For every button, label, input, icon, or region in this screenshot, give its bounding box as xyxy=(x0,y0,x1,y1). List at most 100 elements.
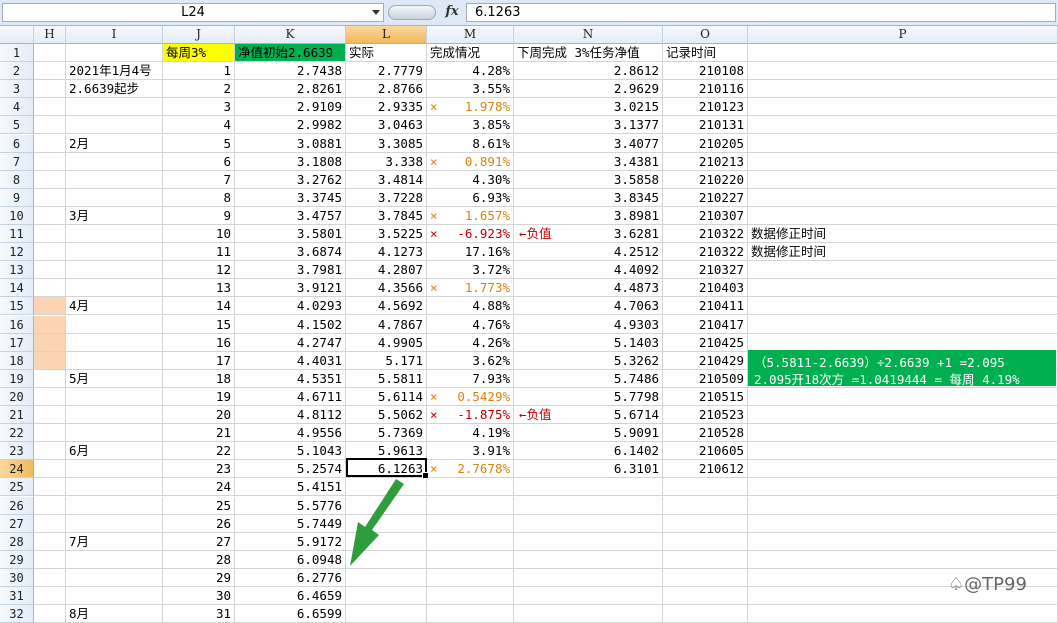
row-header[interactable]: 23 xyxy=(0,442,34,461)
cell-j[interactable]: 11 xyxy=(163,243,235,262)
cell-l[interactable]: 4.5692 xyxy=(346,297,427,316)
cell-k[interactable]: 3.1808 xyxy=(235,152,346,171)
cell-i[interactable] xyxy=(66,333,163,352)
cell-h[interactable] xyxy=(34,387,66,406)
cell-i[interactable] xyxy=(66,550,163,569)
cell-j[interactable]: 3 xyxy=(163,98,235,117)
cell-m[interactable]: 7.93% xyxy=(427,369,514,388)
cell-j[interactable]: 26 xyxy=(163,514,235,533)
cell-h[interactable] xyxy=(34,406,66,425)
cell-k[interactable]: 3.3745 xyxy=(235,188,346,207)
cell-m[interactable] xyxy=(427,568,514,587)
row-header[interactable]: 12 xyxy=(0,243,34,262)
cell-n[interactable]: 4.9303 xyxy=(514,315,663,334)
cell-m[interactable]: 4.28% xyxy=(427,62,514,81)
cell-i[interactable] xyxy=(66,478,163,497)
row-header[interactable]: 17 xyxy=(0,333,34,352)
cell-n[interactable]: 4.7063 xyxy=(514,297,663,316)
column-header-p[interactable]: P xyxy=(748,26,1058,44)
cell-i[interactable]: 2.6639起步 xyxy=(66,80,163,99)
row-header[interactable]: 16 xyxy=(0,315,34,334)
cell-n[interactable]: 3.8981 xyxy=(514,206,663,225)
cell-p[interactable] xyxy=(748,387,1058,406)
cell-o[interactable]: 210227 xyxy=(663,188,748,207)
cell-o[interactable]: 210213 xyxy=(663,152,748,171)
cell-k[interactable]: 4.0293 xyxy=(235,297,346,316)
cell-h[interactable] xyxy=(34,243,66,262)
cell-m[interactable]: 4.30% xyxy=(427,170,514,189)
cell-o[interactable] xyxy=(663,496,748,515)
cell-n[interactable] xyxy=(514,514,663,533)
cell-m[interactable]: 8.61% xyxy=(427,134,514,153)
cell-p[interactable] xyxy=(748,333,1058,352)
cell-o[interactable]: 210425 xyxy=(663,333,748,352)
cell-j[interactable]: 10 xyxy=(163,225,235,244)
cell-n[interactable]: 3.4381 xyxy=(514,152,663,171)
cell-i[interactable] xyxy=(66,424,163,443)
cell-h[interactable] xyxy=(34,62,66,81)
cell-j[interactable]: 9 xyxy=(163,206,235,225)
cell-n[interactable] xyxy=(514,496,663,515)
row-header[interactable]: 18 xyxy=(0,351,34,370)
column-header-j[interactable]: J xyxy=(163,26,235,44)
cell-i[interactable] xyxy=(66,152,163,171)
cell-p[interactable] xyxy=(748,460,1058,479)
cell-l[interactable] xyxy=(346,605,427,623)
cell-k[interactable]: 4.4031 xyxy=(235,351,346,370)
cell-m[interactable]: × -6.923% xyxy=(427,225,514,244)
cell-k[interactable]: 5.1043 xyxy=(235,442,346,461)
cell-l[interactable]: 4.1273 xyxy=(346,243,427,262)
cell-i[interactable]: 2月 xyxy=(66,134,163,153)
cell-o[interactable]: 210205 xyxy=(663,134,748,153)
cell-l[interactable]: 3.3085 xyxy=(346,134,427,153)
cell-n[interactable]: 5.7486 xyxy=(514,369,663,388)
cell-n[interactable] xyxy=(514,550,663,569)
cell-p[interactable] xyxy=(748,116,1058,135)
cell-n[interactable] xyxy=(514,478,663,497)
active-cell-outline[interactable] xyxy=(346,458,429,479)
cell-p[interactable] xyxy=(748,152,1058,171)
cell-j[interactable]: 19 xyxy=(163,387,235,406)
cell-o[interactable] xyxy=(663,587,748,606)
row-header[interactable]: 27 xyxy=(0,514,34,533)
cell-m[interactable]: 3.62% xyxy=(427,351,514,370)
cell-p[interactable] xyxy=(748,206,1058,225)
row-header[interactable]: 9 xyxy=(0,188,34,207)
cell-o[interactable]: 210429 xyxy=(663,351,748,370)
cell-o[interactable] xyxy=(663,605,748,623)
cell-l[interactable]: 5.5811 xyxy=(346,369,427,388)
cell-k[interactable]: 4.6711 xyxy=(235,387,346,406)
cell-k[interactable]: 3.2762 xyxy=(235,170,346,189)
cell-o[interactable]: 210523 xyxy=(663,406,748,425)
cell-j[interactable]: 1 xyxy=(163,62,235,81)
cell-j[interactable]: 22 xyxy=(163,442,235,461)
cell-i[interactable] xyxy=(66,116,163,135)
cell-j[interactable]: 28 xyxy=(163,550,235,569)
cell-l[interactable]: 3.0463 xyxy=(346,116,427,135)
cell-k[interactable]: 2.7438 xyxy=(235,62,346,81)
cell-l[interactable]: 4.3566 xyxy=(346,279,427,298)
cell-l[interactable]: 实际 xyxy=(346,44,427,63)
cell-i[interactable] xyxy=(66,460,163,479)
cell-h[interactable] xyxy=(34,351,66,370)
row-header[interactable]: 32 xyxy=(0,605,34,623)
cell-l[interactable]: 5.171 xyxy=(346,351,427,370)
cell-k[interactable]: 6.6599 xyxy=(235,605,346,623)
cell-o[interactable]: 210322 xyxy=(663,225,748,244)
cell-n[interactable]: 3.5858 xyxy=(514,170,663,189)
cell-m[interactable] xyxy=(427,496,514,515)
cell-o[interactable]: 210612 xyxy=(663,460,748,479)
cell-k[interactable]: 3.4757 xyxy=(235,206,346,225)
cell-o[interactable]: 210327 xyxy=(663,261,748,280)
cell-p[interactable] xyxy=(748,44,1058,63)
cell-h[interactable] xyxy=(34,170,66,189)
cell-l[interactable]: 4.9905 xyxy=(346,333,427,352)
cell-n[interactable] xyxy=(514,532,663,551)
cell-k[interactable]: 3.5801 xyxy=(235,225,346,244)
cell-l[interactable] xyxy=(346,478,427,497)
cell-n[interactable]: 5.9091 xyxy=(514,424,663,443)
cell-h[interactable] xyxy=(34,496,66,515)
cell-i[interactable] xyxy=(66,315,163,334)
row-header[interactable]: 5 xyxy=(0,116,34,135)
cell-j[interactable]: 23 xyxy=(163,460,235,479)
